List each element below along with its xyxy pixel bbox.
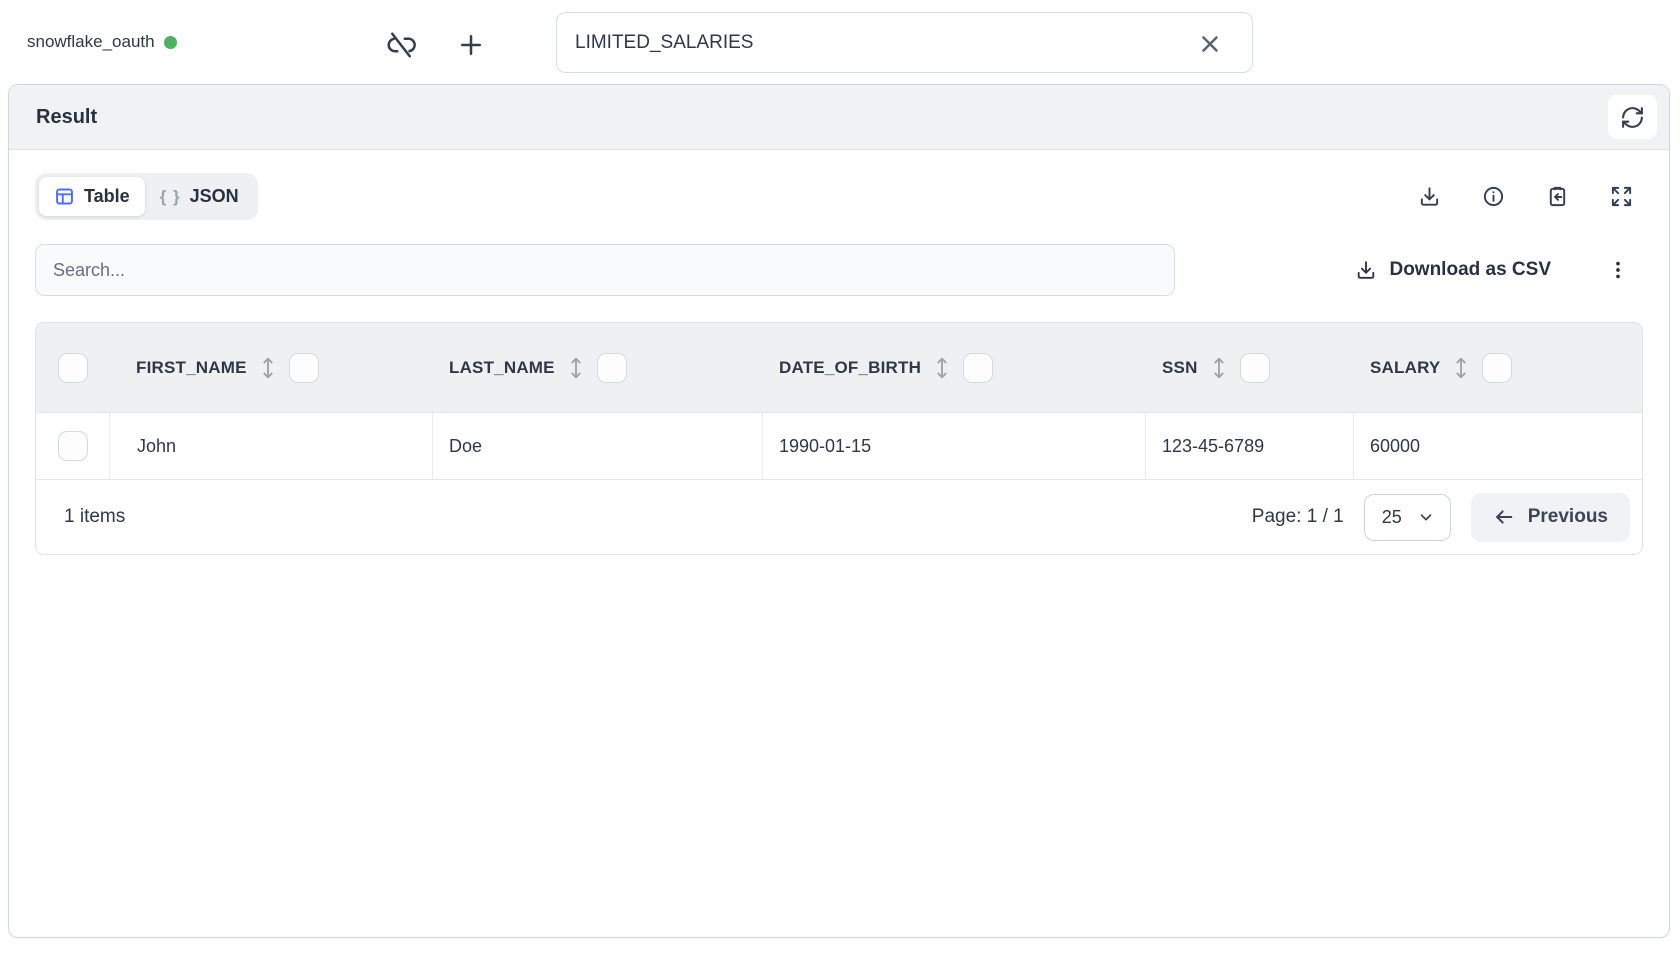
column-label: DATE_OF_BIRTH [779, 358, 921, 378]
column-header-date-of-birth[interactable]: DATE_OF_BIRTH [763, 323, 1146, 412]
close-icon [1197, 31, 1223, 57]
sort-icon[interactable] [260, 356, 276, 380]
column-checkbox[interactable] [963, 353, 993, 383]
tab-table-label: Table [84, 186, 130, 207]
info-icon [1482, 185, 1505, 208]
search-input[interactable] [35, 244, 1175, 296]
json-braces-icon: { } [160, 187, 181, 207]
cell-date-of-birth[interactable]: 1990-01-15 [763, 413, 1146, 479]
table-name-input[interactable] [556, 12, 1253, 73]
sort-icon[interactable] [568, 356, 584, 380]
column-label: FIRST_NAME [136, 358, 247, 378]
search-toolbar: Download as CSV [35, 244, 1643, 296]
page-info: Page: 1 / 1 [1252, 506, 1344, 528]
tab-json[interactable]: { } JSON [145, 177, 254, 216]
pagination: Page: 1 / 1 25 [1252, 493, 1630, 542]
result-table: FIRST_NAME LAST_NAME [35, 322, 1643, 555]
cell-first-name[interactable]: John [110, 413, 433, 479]
sort-icon[interactable] [934, 356, 950, 380]
chevron-down-icon [1417, 508, 1435, 526]
paste-button[interactable] [1542, 181, 1573, 212]
result-title: Result [36, 106, 97, 129]
column-header-first-name[interactable]: FIRST_NAME [110, 323, 433, 412]
column-label: LAST_NAME [449, 358, 555, 378]
add-tab-button[interactable] [452, 26, 490, 64]
refresh-button[interactable] [1608, 95, 1657, 139]
previous-label: Previous [1528, 506, 1608, 528]
top-bar: snowflake_oauth [0, 0, 1680, 84]
table-icon [54, 186, 75, 207]
sort-icon[interactable] [1211, 356, 1227, 380]
column-header-ssn[interactable]: SSN [1146, 323, 1354, 412]
header-select-all-cell [36, 323, 110, 412]
sort-icon[interactable] [1453, 356, 1469, 380]
cell-last-name[interactable]: Doe [433, 413, 763, 479]
connection-status-dot [164, 36, 177, 49]
column-checkbox[interactable] [289, 353, 319, 383]
cell-ssn[interactable]: 123-45-6789 [1146, 413, 1354, 479]
more-options-button[interactable] [1603, 255, 1633, 285]
fullscreen-button[interactable] [1606, 181, 1637, 212]
column-header-last-name[interactable]: LAST_NAME [433, 323, 763, 412]
page-size-value: 25 [1382, 507, 1402, 528]
download-icon [1355, 259, 1377, 281]
cell-salary[interactable]: 60000 [1354, 413, 1642, 479]
table-header-row: FIRST_NAME LAST_NAME [36, 323, 1642, 413]
tab-json-label: JSON [190, 186, 239, 207]
items-count: 1 items [64, 506, 125, 528]
disconnect-button[interactable] [382, 26, 420, 64]
table-row[interactable]: John Doe 1990-01-15 123-45-6789 60000 [36, 413, 1642, 479]
row-select-cell [36, 413, 110, 479]
arrow-left-icon [1493, 506, 1515, 528]
column-checkbox[interactable] [1240, 353, 1270, 383]
previous-page-button[interactable]: Previous [1471, 493, 1630, 542]
download-icon [1418, 185, 1441, 208]
info-button[interactable] [1478, 181, 1509, 212]
view-toolbar: Table { } JSON [35, 173, 1643, 220]
table-footer: 1 items Page: 1 / 1 25 [36, 479, 1642, 554]
column-label: SSN [1162, 358, 1198, 378]
row-checkbox[interactable] [58, 431, 88, 461]
column-header-salary[interactable]: SALARY [1354, 323, 1642, 412]
table-name-field-wrap [556, 12, 1253, 73]
column-checkbox[interactable] [1482, 353, 1512, 383]
result-header: Result [9, 85, 1669, 150]
view-switcher: Table { } JSON [35, 173, 258, 220]
clipboard-paste-icon [1546, 185, 1569, 208]
result-body: Table { } JSON [9, 150, 1669, 555]
download-csv-label: Download as CSV [1389, 259, 1551, 281]
expand-icon [1610, 185, 1633, 208]
result-actions [1414, 181, 1643, 212]
connection-name: snowflake_oauth [27, 32, 155, 52]
clear-table-name-button[interactable] [1193, 27, 1227, 61]
tab-table[interactable]: Table [39, 177, 145, 216]
kebab-menu-icon [1607, 259, 1629, 281]
download-csv-button[interactable]: Download as CSV [1355, 259, 1551, 281]
link-off-icon [386, 30, 416, 60]
result-panel: Result Table [8, 84, 1670, 938]
connection-indicator: snowflake_oauth [27, 32, 177, 52]
column-checkbox[interactable] [597, 353, 627, 383]
plus-icon [456, 30, 486, 60]
download-button[interactable] [1414, 181, 1445, 212]
select-all-checkbox[interactable] [58, 353, 88, 383]
page-size-select[interactable]: 25 [1364, 494, 1451, 541]
column-label: SALARY [1370, 358, 1440, 378]
refresh-icon [1620, 105, 1645, 130]
